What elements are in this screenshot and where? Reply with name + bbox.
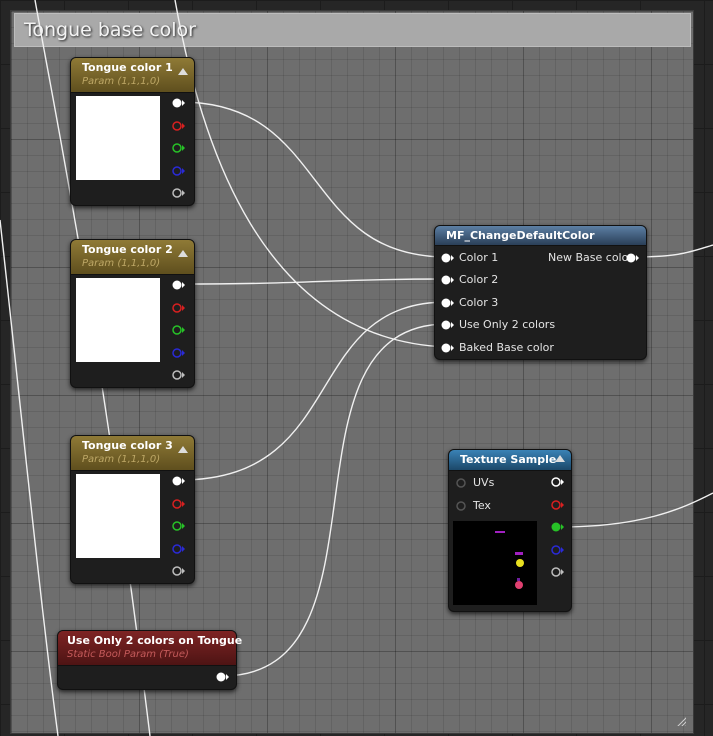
output-pin-new-base-color[interactable]: [626, 252, 640, 264]
output-pin-a[interactable]: [551, 566, 565, 578]
node-header[interactable]: Use Only 2 colors on Tongue Static Bool …: [58, 631, 242, 666]
node-header[interactable]: MF_ChangeDefaultColor: [435, 226, 646, 246]
node-header[interactable]: Texture Sample: [449, 450, 571, 471]
output-pin-a[interactable]: [172, 187, 186, 199]
node-title: Texture Sample: [460, 453, 557, 466]
node-texture-sample[interactable]: Texture Sample UVs Tex: [448, 449, 572, 612]
node-title: Use Only 2 colors on Tongue: [67, 634, 243, 647]
input-pin-color-1[interactable]: [441, 252, 455, 264]
output-pin-b[interactable]: [172, 347, 186, 359]
output-pin-r[interactable]: [551, 499, 565, 511]
color-preview: [76, 474, 160, 558]
input-pin-use-only-2[interactable]: [441, 319, 455, 331]
node-mf-change-default-color[interactable]: MF_ChangeDefaultColor Color 1 Color 2 Co…: [434, 225, 647, 360]
node-tongue-color-3[interactable]: Tongue color 3 Param (1,1,1,0): [70, 435, 195, 584]
collapse-arrow-icon[interactable]: [555, 455, 565, 462]
node-header[interactable]: Tongue color 1 Param (1,1,1,0): [71, 58, 194, 93]
color-preview: [76, 96, 160, 180]
input-label: Baked Base color: [459, 341, 554, 354]
wire-color3: [179, 301, 448, 481]
output-pin-b[interactable]: [172, 165, 186, 177]
output-label: New Base color: [548, 251, 633, 264]
input-label: UVs: [473, 476, 495, 489]
node-title: MF_ChangeDefaultColor: [446, 229, 595, 242]
output-pin-rgb[interactable]: [172, 279, 186, 291]
input-pin-color-3[interactable]: [441, 297, 455, 309]
node-tongue-color-2[interactable]: Tongue color 2 Param (1,1,1,0): [70, 239, 195, 388]
input-pin-color-2[interactable]: [441, 274, 455, 286]
output-pin-g[interactable]: [172, 142, 186, 154]
output-pin-rgb[interactable]: [172, 97, 186, 109]
node-subtitle: Static Bool Param (True): [67, 649, 189, 660]
color-preview: [76, 278, 160, 362]
node-subtitle: Param (1,1,1,0): [82, 76, 161, 87]
output-pin-a[interactable]: [172, 565, 186, 577]
node-header[interactable]: Tongue color 3 Param (1,1,1,0): [71, 436, 194, 471]
node-title: Tongue color 2: [82, 243, 173, 256]
output-pin-b[interactable]: [172, 543, 186, 555]
resize-grip-icon[interactable]: [676, 716, 686, 726]
input-pin-uvs[interactable]: [455, 477, 467, 489]
output-pin-b[interactable]: [551, 544, 565, 556]
node-title: Tongue color 1: [82, 61, 173, 74]
output-pin-rgb[interactable]: [551, 476, 565, 488]
node-use-only-2-colors[interactable]: Use Only 2 colors on Tongue Static Bool …: [57, 630, 242, 690]
node-subtitle: Param (1,1,1,0): [82, 258, 161, 269]
input-label: Tex: [473, 499, 491, 512]
output-pin-rgb[interactable]: [172, 475, 186, 487]
input-label: Use Only 2 colors: [459, 318, 556, 331]
output-pin-g[interactable]: [172, 520, 186, 532]
node-subtitle: Param (1,1,1,0): [82, 454, 161, 465]
node-tongue-color-1[interactable]: Tongue color 1 Param (1,1,1,0): [70, 57, 195, 206]
output-pin-bool[interactable]: [216, 671, 230, 683]
output-pin-g[interactable]: [551, 521, 565, 533]
output-pin-r[interactable]: [172, 120, 186, 132]
output-pin-r[interactable]: [172, 498, 186, 510]
texture-preview: [453, 521, 537, 605]
collapse-arrow-icon[interactable]: [178, 68, 188, 75]
collapse-arrow-icon[interactable]: [178, 250, 188, 257]
output-pin-a[interactable]: [172, 369, 186, 381]
input-label: Color 2: [459, 273, 499, 286]
output-pin-r[interactable]: [172, 302, 186, 314]
wire-texture-green: [557, 492, 713, 528]
node-title: Tongue color 3: [82, 439, 173, 452]
wire-color1: [179, 101, 448, 258]
collapse-arrow-icon[interactable]: [178, 446, 188, 453]
wire-background-2: [0, 219, 59, 736]
node-header[interactable]: Tongue color 2 Param (1,1,1,0): [71, 240, 194, 275]
input-label: Color 3: [459, 296, 499, 309]
wire-use-only-2: [221, 323, 448, 677]
input-pin-tex[interactable]: [455, 500, 467, 512]
wire-color2: [179, 278, 448, 285]
wire-background-3: [174, 0, 448, 348]
input-pin-baked-base-color[interactable]: [441, 342, 455, 354]
output-pin-g[interactable]: [172, 324, 186, 336]
input-label: Color 1: [459, 251, 499, 264]
